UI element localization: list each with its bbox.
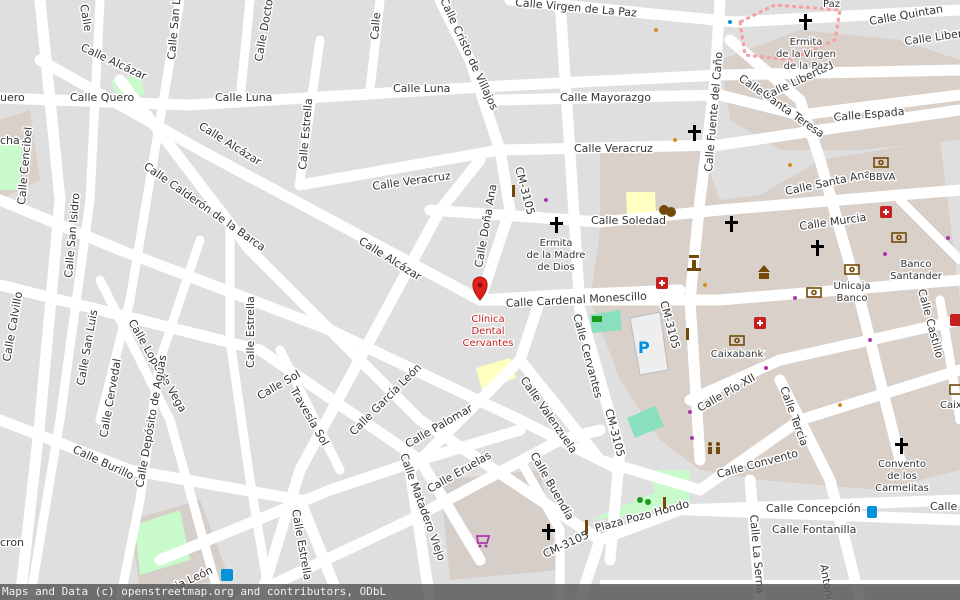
label-clinica-3[interactable]: Cervantes [461,337,514,351]
label-convento-3: Carmelitas [875,483,929,494]
label-cm3105-c: CM-3105 [602,407,627,458]
label-liberta-edge: Calle Liberta [904,25,960,48]
label-alcazar: Calle Alcázar [79,41,149,83]
label-ermita-paz-2: de la Virgen [776,49,836,60]
label-quero: Calle Quero [70,91,134,104]
label-doctor: Calle Doctor [252,0,277,63]
label-clinica-1[interactable]: Clínica [470,312,506,327]
label-caixabank: Caixabank [711,349,764,360]
label-luna-1: Calle Luna [215,91,272,104]
label-santander-2: Santander [890,271,943,282]
label-mayorazgo: Calle Mayorazgo [560,91,651,104]
label-calle-top: Calle [368,12,383,41]
label-cron: cron [0,536,24,549]
label-san-luis-top: Calle San Lui [165,0,184,60]
label-ermita-paz-1: Ermita [790,37,823,48]
label-santander-1: Banco [901,259,932,270]
label-soledad: Calle Soledad [591,214,666,227]
label-ermita-madre-2: de la Madre [527,250,586,261]
svg-text:P: P [638,338,650,357]
label-convento-2: de los [887,471,917,482]
label-concepcion: Calle Concepción [766,502,861,515]
map-attribution[interactable]: Maps and Data (c) openstreetmap.org and … [0,584,960,600]
label-conc-edge: Calle C [930,500,960,513]
label-quintana: Calle Quintan [868,2,944,28]
label-cristo-villajos: Calle Cristo de Villajos [437,0,501,112]
label-quero-left: uero [0,91,25,104]
parking-icon[interactable]: P [638,338,650,357]
label-unicaja-2: Banco [837,293,868,304]
label-cha: cha [0,134,20,147]
label-bbva: BBVA [869,172,896,183]
map-view[interactable]: Calle Virgen de La Paz Calle Alcázar uer… [0,0,960,600]
label-calvillo: Calle Calvillo [0,290,25,362]
label-ermita-madre-3: de Dios [537,262,575,273]
label-unicaja-1: Unicaja [834,281,871,292]
label-estrella-1: Calle Estrella [296,98,315,171]
label-veracruz-2: Calle Veracruz [574,142,653,155]
label-luna-2: Calle Luna [393,82,450,95]
label-caixa-edge: Caixa [940,400,960,411]
label-paz-top: Paz [823,0,840,10]
map-canvas[interactable]: Calle Virgen de La Paz Calle Alcázar uer… [0,0,960,600]
label-estrella-2: Calle Estrella [244,296,257,368]
label-ermita-paz-3: de la Paz [784,61,829,72]
label-cm3105-a: CM-3105 [512,165,537,216]
label-calle-lejo: Calle [77,3,95,32]
label-clinica-2[interactable]: Dental [470,325,506,339]
label-convento-1: Convento [878,459,926,470]
label-ermita-madre-1: Ermita [540,238,573,249]
label-virgen-paz: Calle Virgen de La Paz [515,0,638,20]
label-fontanilla: Calle Fontanilla [772,523,856,536]
